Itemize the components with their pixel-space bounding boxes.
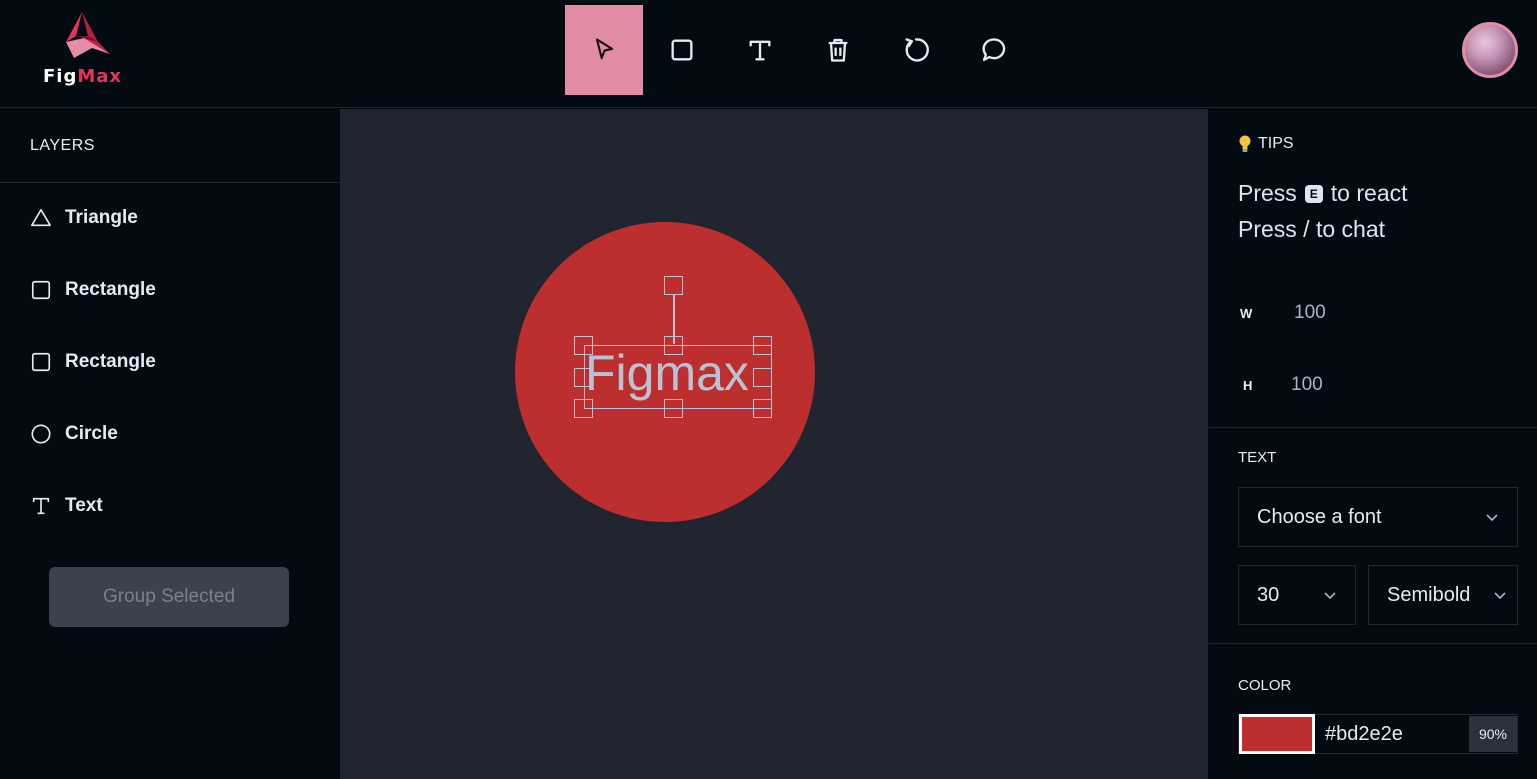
logo-text: FigMax [43,66,123,87]
text-section-title: TEXT [1238,449,1277,466]
font-size-value: 30 [1257,583,1280,606]
layers-title: LAYERS [30,137,95,154]
chevron-down-icon [1324,592,1336,600]
reset-icon [905,38,929,62]
width-input[interactable]: 100 [1294,302,1326,324]
resize-handle-w[interactable] [574,368,593,387]
chevron-down-icon [1494,592,1506,600]
layer-label: Triangle [65,207,138,228]
opacity-input[interactable]: 90% [1469,716,1517,752]
user-avatar[interactable] [1462,22,1518,78]
keyboard-key: E [1304,184,1323,203]
font-size-select[interactable]: 30 [1238,565,1356,625]
resize-handle-n[interactable] [664,336,683,355]
text-icon [32,497,50,515]
circle-icon [31,424,51,444]
font-weight-value: Semibold [1387,583,1471,606]
tip-text: Press / to chat [1238,216,1386,242]
design-canvas[interactable]: Figmax [340,109,1207,779]
triangle-icon [31,208,51,227]
font-weight-select[interactable]: Semibold [1368,565,1518,625]
layer-label: Rectangle [65,351,156,372]
layer-label: Rectangle [65,279,156,300]
resize-handle-se[interactable] [753,399,772,418]
layer-item-rectangle[interactable]: Rectangle [30,279,156,301]
layers-sidebar: LAYERS Triangle Rectangle Rectangle Circ… [0,109,340,779]
rectangle-tool-button[interactable] [643,5,721,95]
layer-item-text[interactable]: Text [30,495,103,517]
trash-icon [828,38,848,62]
square-icon [31,280,51,300]
figmax-logo: FigMax [40,12,130,92]
tip-chat: Press / to chat [1238,216,1385,243]
tip-react: Press E to react [1238,180,1408,207]
color-picker-row: #bd2e2e 90% [1238,714,1518,754]
layer-label: Text [65,495,103,516]
layer-item-rectangle[interactable]: Rectangle [30,351,156,373]
resize-handle-s[interactable] [664,399,683,418]
font-family-select[interactable]: Choose a font [1238,487,1518,547]
top-navbar: FigMax [0,0,1537,108]
select-tool-button[interactable] [565,5,643,95]
color-hex-input[interactable]: #bd2e2e [1325,723,1469,746]
color-section-title: COLOR [1238,677,1292,694]
resize-handle-e[interactable] [753,368,772,387]
logo-mark-icon [66,12,110,58]
layer-item-circle[interactable]: Circle [30,423,118,445]
resize-handle-sw[interactable] [574,399,593,418]
divider [0,182,340,183]
divider [1208,427,1537,428]
tip-text: Press [1238,180,1297,206]
width-label: W [1240,306,1253,321]
square-icon [31,352,51,372]
chat-icon [982,38,1006,62]
font-family-value: Choose a font [1257,505,1382,528]
group-selected-button[interactable]: Group Selected [49,567,289,627]
resize-handle-ne[interactable] [753,336,772,355]
text-tool-button[interactable] [721,5,799,95]
tips-title: TIPS [1238,135,1294,153]
delete-tool-button[interactable] [799,5,877,95]
tips-title-label: TIPS [1258,135,1294,152]
cursor-icon [595,38,614,60]
lightbulb-icon [1239,135,1251,152]
square-icon [671,39,693,61]
reset-tool-button[interactable] [877,5,955,95]
tip-text: to react [1330,180,1408,206]
comments-tool-button[interactable] [955,5,1033,95]
text-icon [749,40,771,61]
height-input[interactable]: 100 [1291,374,1323,396]
layer-label: Circle [65,423,118,444]
toolbar [565,5,1033,95]
color-swatch[interactable] [1239,714,1315,754]
divider [1208,643,1537,644]
chevron-down-icon [1486,514,1498,522]
properties-sidebar: TIPS Press E to react Press / to chat W … [1207,109,1537,779]
height-label: H [1243,378,1253,393]
rotate-handle[interactable] [664,276,683,295]
layer-item-triangle[interactable]: Triangle [30,207,138,229]
resize-handle-nw[interactable] [574,336,593,355]
